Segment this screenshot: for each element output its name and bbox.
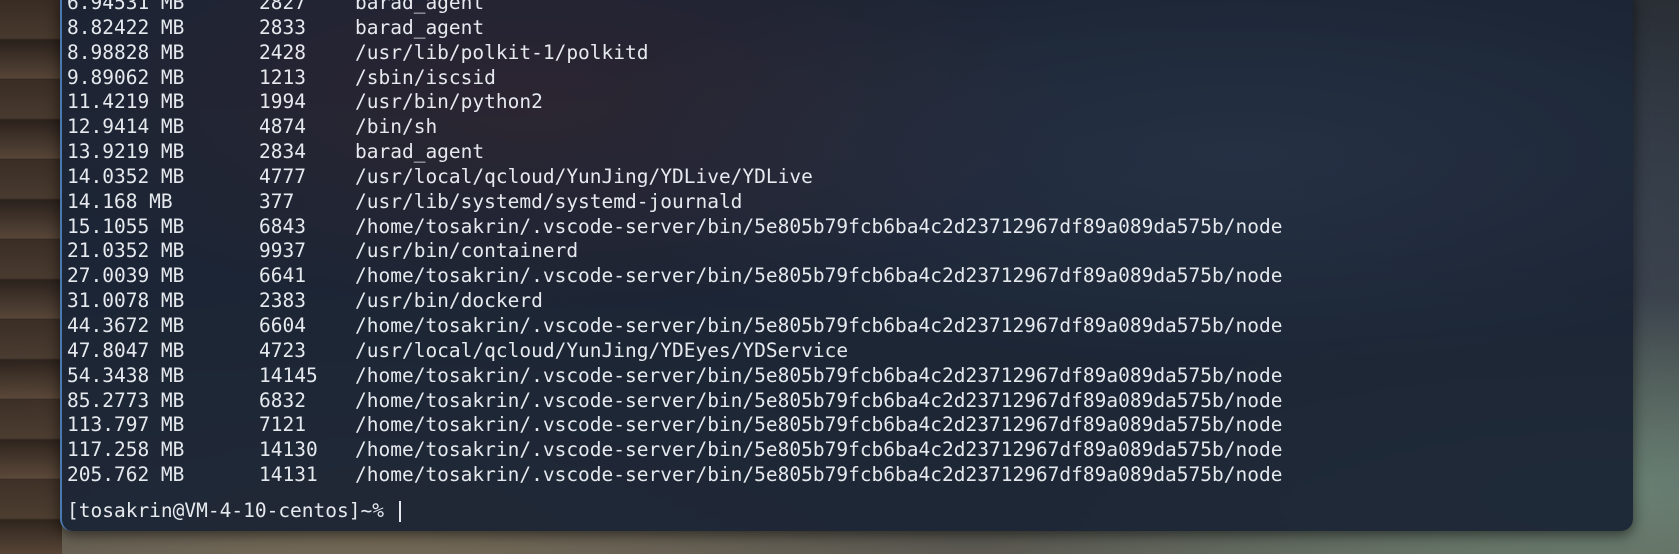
process-id: 2834 [259, 140, 306, 164]
process-command: /sbin/iscsid [355, 65, 496, 89]
process-id: 9937 [259, 239, 306, 263]
process-id: 6604 [259, 313, 306, 337]
memory-size: 9.89062 MB [67, 65, 185, 89]
memory-size: 117.258 MB [67, 438, 185, 462]
process-id: 2827 [259, 0, 306, 14]
process-id: 6832 [259, 388, 306, 412]
process-command: /usr/bin/dockerd [355, 289, 543, 313]
wallpaper-bookshelf [0, 0, 62, 554]
memory-size: 21.0352 MB [67, 239, 185, 263]
output-row: 85.2773 MB 6832/home/tosakrin/.vscode-ser… [67, 389, 1633, 414]
shell-prompt-line[interactable]: [tosakrin@VM-4-10-centos]~% [67, 498, 401, 524]
process-command: /home/tosakrin/.vscode-server/bin/5e805b… [355, 438, 1283, 462]
output-row: 8.98828 MB 2428/usr/lib/polkit-1/polkitd [67, 41, 1633, 66]
memory-size: 54.3438 MB [67, 363, 185, 387]
process-command: /usr/bin/python2 [355, 90, 543, 114]
output-row: 9.89062 MB 1213/sbin/iscsid [67, 66, 1633, 91]
output-row: 12.9414 MB 4874/bin/sh [67, 115, 1633, 140]
process-command: /home/tosakrin/.vscode-server/bin/5e805b… [355, 214, 1283, 238]
output-row: 8.82422 MB 2833 barad_agent [67, 16, 1633, 41]
process-id: 1994 [259, 90, 306, 114]
process-command: /bin/sh [355, 115, 438, 139]
process-id: 2383 [259, 289, 306, 313]
process-id: 14145 [259, 363, 318, 387]
process-command: /home/tosakrin/.vscode-server/bin/5e805b… [355, 463, 1283, 487]
process-id: 4874 [259, 115, 306, 139]
output-row: 14.0352 MB 4777/usr/local/qcloud/YunJing/… [67, 165, 1633, 190]
output-row: 15.1055 MB 6843/home/tosakrin/.vscode-ser… [67, 215, 1633, 240]
terminal-output: 6.94531 MB 2827 barad_agent 8.82422 MB 2833 b… [67, 0, 1633, 488]
memory-size: 8.82422 MB [67, 15, 185, 39]
output-row: 6.94531 MB 2827 barad_agent [67, 0, 1633, 16]
process-command: /home/tosakrin/.vscode-server/bin/5e805b… [355, 388, 1283, 412]
terminal-window[interactable]: 6.94531 MB 2827 barad_agent 8.82422 MB 2833 b… [60, 0, 1633, 531]
memory-size: 113.797 MB [67, 413, 185, 437]
process-command: /home/tosakrin/.vscode-server/bin/5e805b… [355, 413, 1283, 437]
process-command: barad_agent [355, 15, 485, 39]
process-command: barad_agent [355, 0, 485, 14]
process-id: 14130 [259, 438, 318, 462]
process-command: /usr/lib/systemd/systemd-journald [355, 189, 743, 213]
memory-size: 44.3672 MB [67, 313, 185, 337]
process-command: /home/tosakrin/.vscode-server/bin/5e805b… [355, 264, 1283, 288]
process-command: /home/tosakrin/.vscode-server/bin/5e805b… [355, 363, 1283, 387]
memory-size: 205.762 MB [67, 463, 185, 487]
process-id: 2428 [259, 40, 306, 64]
memory-size: 14.168 MB [67, 189, 173, 213]
process-id: 6843 [259, 214, 306, 238]
text-cursor [398, 501, 401, 522]
output-row: 54.3438 MB 14145/home/tosakrin/.vscode-se… [67, 364, 1633, 389]
process-id: 377 [259, 189, 295, 213]
process-id: 2833 [259, 15, 306, 39]
memory-size: 27.0039 MB [67, 264, 185, 288]
output-row: 117.258 MB 14130/home/tosakrin/.vscode-se… [67, 438, 1633, 463]
output-row: 14.168 MB 377/usr/lib/systemd/systemd-jou… [67, 190, 1633, 215]
process-id: 4777 [259, 164, 306, 188]
output-row: 31.0078 MB 2383/usr/bin/dockerd [67, 289, 1633, 314]
process-command: /usr/local/qcloud/YunJing/YDEyes/YDServi… [355, 338, 849, 362]
memory-size: 47.8047 MB [67, 338, 185, 362]
process-command: /usr/bin/containerd [355, 239, 579, 263]
output-row: 47.8047 MB 4723/usr/local/qcloud/YunJing/… [67, 339, 1633, 364]
memory-size: 85.2773 MB [67, 388, 185, 412]
output-row: 113.797 MB 7121/home/tosakrin/.vscode-ser… [67, 413, 1633, 438]
memory-size: 12.9414 MB [67, 115, 185, 139]
process-command: /usr/lib/polkit-1/polkitd [355, 40, 649, 64]
memory-size: 14.0352 MB [67, 164, 185, 188]
process-id: 4723 [259, 338, 306, 362]
output-row: 21.0352 MB 9937/usr/bin/containerd [67, 239, 1633, 264]
memory-size: 8.98828 MB [67, 40, 185, 64]
process-command: /usr/local/qcloud/YunJing/YDLive/YDLive [355, 164, 813, 188]
process-id: 1213 [259, 65, 306, 89]
output-row: 11.4219 MB 1994/usr/bin/python2 [67, 90, 1633, 115]
output-row: 13.9219 MB 2834 barad_agent [67, 140, 1633, 165]
output-row: 205.762 MB 14131/home/tosakrin/.vscode-se… [67, 463, 1633, 488]
memory-size: 15.1055 MB [67, 214, 185, 238]
memory-size: 6.94531 MB [67, 0, 185, 14]
output-row: 27.0039 MB 6641/home/tosakrin/.vscode-ser… [67, 264, 1633, 289]
process-command: /home/tosakrin/.vscode-server/bin/5e805b… [355, 313, 1283, 337]
memory-size: 11.4219 MB [67, 90, 185, 114]
memory-size: 13.9219 MB [67, 140, 185, 164]
process-id: 7121 [259, 413, 306, 437]
process-id: 6641 [259, 264, 306, 288]
process-command: barad_agent [355, 140, 485, 164]
memory-size: 31.0078 MB [67, 289, 185, 313]
shell-prompt: [tosakrin@VM-4-10-centos]~% [67, 499, 396, 522]
output-row: 44.3672 MB 6604/home/tosakrin/.vscode-ser… [67, 314, 1633, 339]
process-id: 14131 [259, 463, 318, 487]
